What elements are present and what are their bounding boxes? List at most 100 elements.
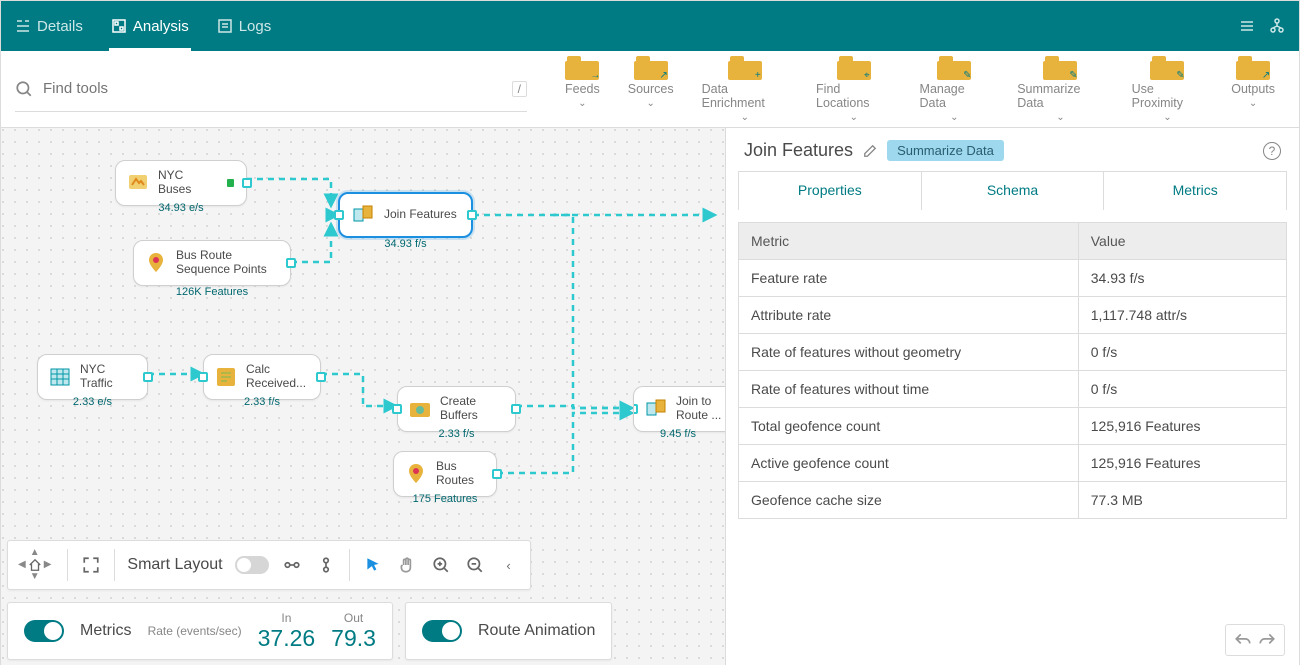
redo-icon[interactable] [1258, 631, 1276, 649]
tab-analysis-label: Analysis [133, 18, 189, 35]
list-view-icon[interactable] [1239, 18, 1255, 34]
metric-value: 0 f/s [1078, 334, 1286, 371]
link-horizontal-icon[interactable] [281, 554, 303, 576]
table-row: Feature rate34.93 f/s [739, 260, 1287, 297]
tab-details[interactable]: Details [1, 1, 97, 51]
toolcat-label: Find Locations [816, 82, 891, 110]
side-panel-tabs: Properties Schema Metrics [738, 171, 1287, 210]
toolcat-label: Use Proximity [1132, 82, 1204, 110]
node-label: Join to Route ... [676, 395, 725, 423]
tab-analysis[interactable]: Analysis [97, 1, 203, 51]
calc-icon [214, 364, 238, 390]
history-controls [1225, 624, 1285, 656]
search-shortcut: / [512, 81, 527, 97]
node-label: NYC Buses [158, 169, 215, 197]
search-input[interactable] [43, 74, 502, 103]
analysis-canvas[interactable]: NYC Buses 34.93 e/s Join Features 34.93 … [1, 128, 725, 665]
toolcat-sources[interactable]: ↗Sources⌄ [628, 56, 674, 123]
pan-right-icon[interactable]: ▶ [44, 560, 52, 570]
table-row: Geofence cache size77.3 MB [739, 482, 1287, 519]
feed-icon [126, 170, 150, 196]
metric-name: Active geofence count [739, 445, 1079, 482]
tab-metrics[interactable]: Metrics [1104, 172, 1286, 210]
pan-down-icon[interactable]: ▼ [30, 572, 40, 582]
col-metric: Metric [739, 223, 1079, 260]
node-meta: 2.33 e/s [37, 396, 148, 408]
fit-icon[interactable] [80, 554, 102, 576]
smart-layout-label: Smart Layout [127, 556, 222, 574]
tab-properties[interactable]: Properties [739, 172, 922, 210]
node-create-buffers[interactable]: Create Buffers [397, 386, 516, 432]
chevron-down-icon: ⌄ [578, 98, 586, 109]
tab-details-label: Details [37, 18, 83, 35]
out-label: Out [344, 611, 363, 625]
join-icon [644, 396, 668, 422]
route-animation-toggle[interactable] [422, 620, 462, 642]
tool-search[interactable]: / [15, 66, 527, 112]
edit-icon[interactable] [863, 144, 877, 158]
node-join-to-route[interactable]: Join to Route ... [633, 386, 725, 432]
node-seq-points[interactable]: Bus Route Sequence Points [133, 240, 291, 286]
toolcat-label: Feeds [565, 82, 600, 96]
zoom-in-icon[interactable] [430, 554, 452, 576]
home-icon[interactable] [28, 558, 42, 572]
metrics-table: Metric Value Feature rate34.93 f/sAttrib… [738, 222, 1287, 519]
model-tree-icon[interactable] [1269, 18, 1285, 34]
metrics-toggle[interactable] [24, 620, 64, 642]
tab-logs-label: Logs [239, 18, 272, 35]
chevron-down-icon: ⌄ [1249, 98, 1257, 109]
pan-left-icon[interactable]: ◀ [18, 560, 26, 570]
table-icon [48, 364, 72, 390]
metric-name: Feature rate [739, 260, 1079, 297]
top-navbar: Details Analysis Logs [1, 1, 1299, 51]
node-join-features[interactable]: Join Features [338, 192, 473, 238]
in-value: 37.26 [258, 625, 316, 652]
node-meta: 9.45 f/s [633, 428, 723, 440]
folder-icon: ✎ [1043, 56, 1077, 80]
toolcat-outputs[interactable]: ↗ Outputs ⌄ [1231, 56, 1275, 123]
node-bus-routes[interactable]: Bus Routes [393, 451, 497, 497]
hand-icon[interactable] [396, 554, 418, 576]
buffer-icon [408, 396, 432, 422]
panel-title: Join Features [744, 140, 853, 161]
metrics-panel: Metrics Rate (events/sec) In37.26 Out79.… [7, 602, 393, 660]
node-nyc-buses[interactable]: NYC Buses [115, 160, 247, 206]
metric-name: Geofence cache size [739, 482, 1079, 519]
details-icon [15, 18, 31, 34]
in-label: In [281, 611, 291, 625]
toolcat-manage-data[interactable]: ✎Manage Data⌄ [920, 56, 990, 123]
toolcat-feeds[interactable]: → Feeds ⌄ [565, 56, 600, 123]
metric-name: Total geofence count [739, 408, 1079, 445]
metric-value: 1,117.748 attr/s [1078, 297, 1286, 334]
toolcat-label: Outputs [1231, 82, 1275, 96]
zoom-out-icon[interactable] [464, 554, 486, 576]
toolcat-use-proximity[interactable]: ✎Use Proximity⌄ [1132, 56, 1204, 123]
toolcat-data-enrichment[interactable]: +Data Enrichment⌄ [702, 56, 788, 123]
search-icon [15, 80, 33, 98]
node-calc-received[interactable]: Calc Received... [203, 354, 321, 400]
node-label: Create Buffers [440, 395, 503, 423]
table-row: Active geofence count125,916 Features [739, 445, 1287, 482]
metrics-title: Metrics [80, 622, 132, 640]
node-meta: 126K Features [133, 286, 291, 298]
toolcat-find-locations[interactable]: ⌖Find Locations⌄ [816, 56, 891, 123]
chevron-left-icon[interactable]: ‹ [498, 554, 520, 576]
join-icon [350, 202, 376, 228]
pointer-icon[interactable] [362, 554, 384, 576]
folder-icon: ✎ [1150, 56, 1184, 80]
smart-layout-toggle[interactable] [235, 556, 269, 574]
tab-schema[interactable]: Schema [922, 172, 1105, 210]
metric-value: 0 f/s [1078, 371, 1286, 408]
undo-icon[interactable] [1234, 631, 1252, 649]
link-vertical-icon[interactable] [315, 554, 337, 576]
node-label: NYC Traffic [80, 363, 135, 391]
folder-icon: → [565, 56, 599, 80]
node-nyc-traffic[interactable]: NYC Traffic [37, 354, 148, 400]
metric-name: Rate of features without time [739, 371, 1079, 408]
toolcat-summarize-data[interactable]: ✎Summarize Data⌄ [1017, 56, 1103, 123]
tab-logs[interactable]: Logs [203, 1, 286, 51]
help-icon[interactable]: ? [1263, 142, 1281, 160]
toolstrip: / → Feeds ⌄ ↗Sources⌄ +Data Enrichment⌄ ⌖Find… [1, 51, 1299, 128]
pan-up-icon[interactable]: ▲ [30, 548, 40, 558]
folder-icon: ↗ [1236, 56, 1270, 80]
